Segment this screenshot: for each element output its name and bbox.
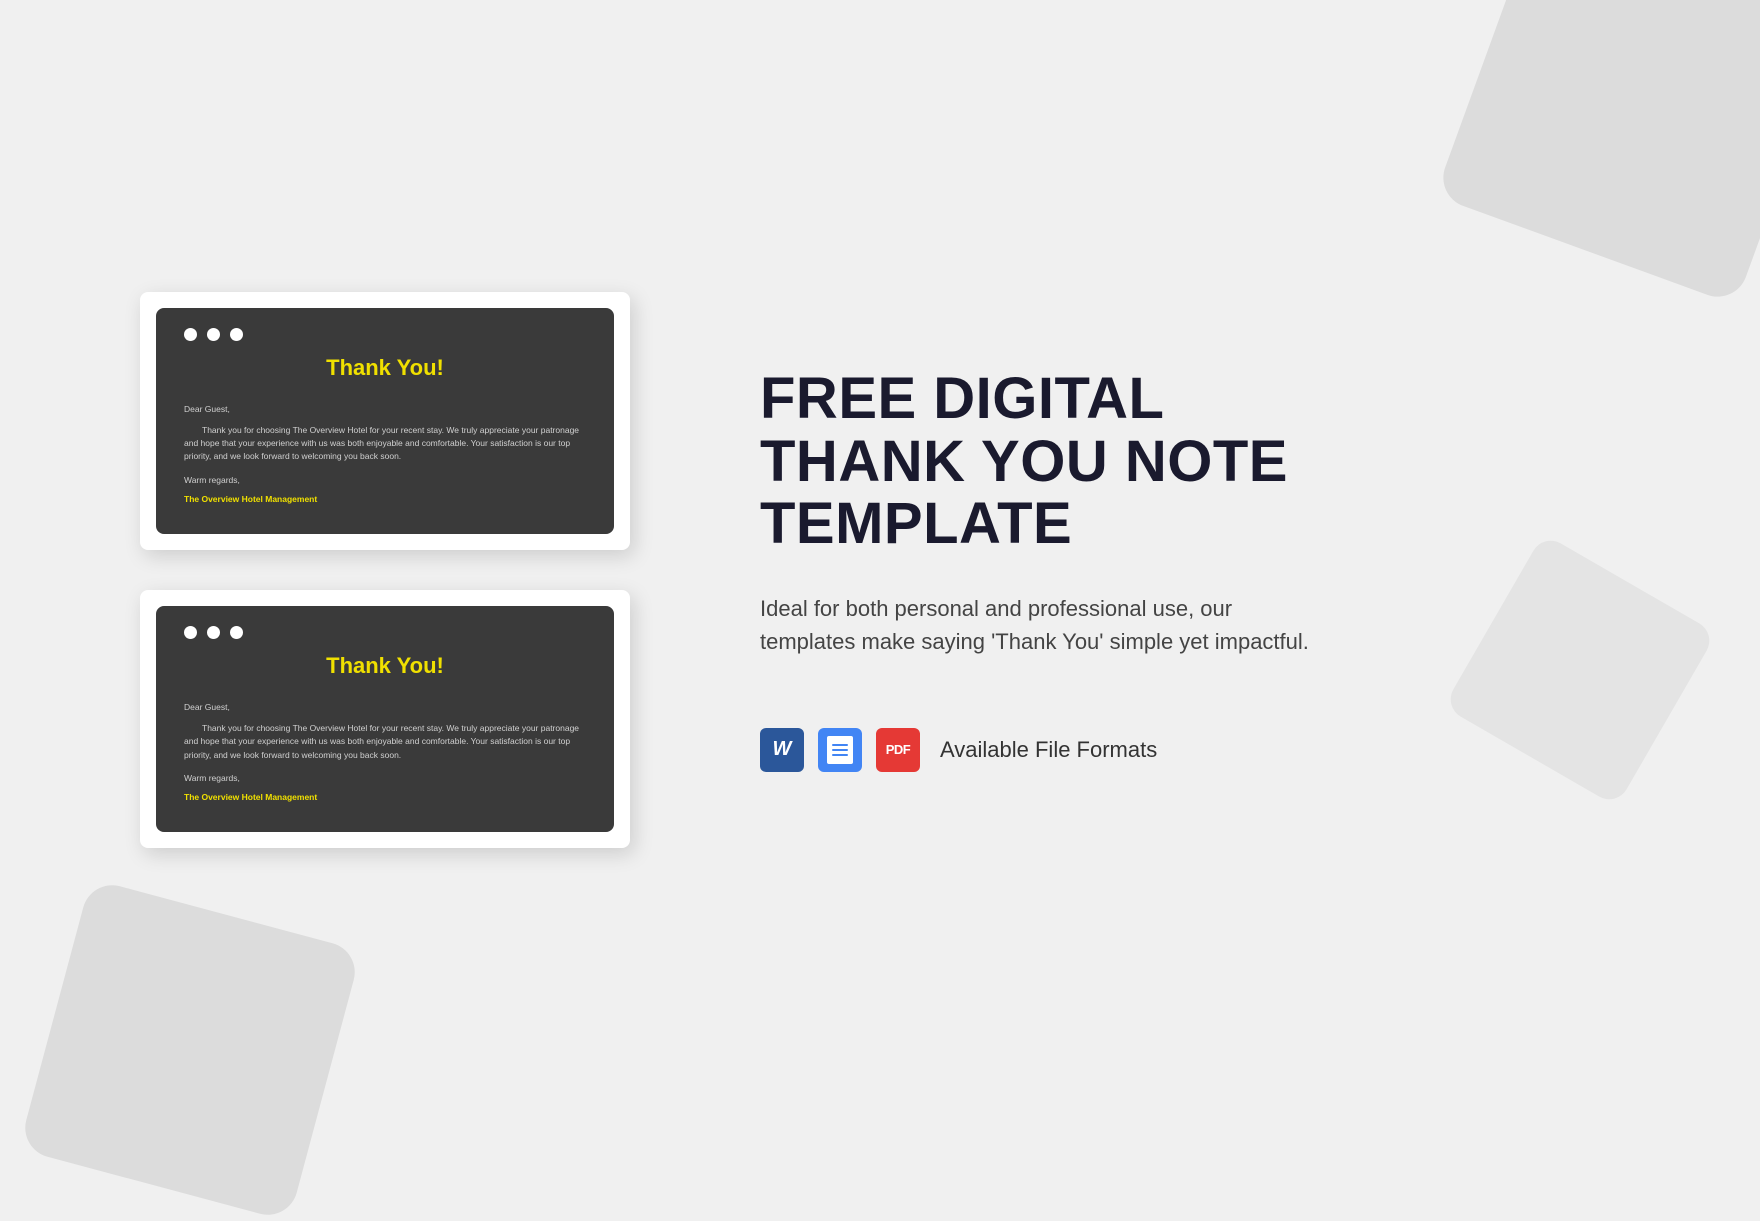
template-card-2[interactable]: Thank You! Dear Guest, Thank you for cho…	[140, 590, 630, 848]
card-greeting-1: Dear Guest,	[184, 403, 586, 416]
card-body-2: Dear Guest, Thank you for choosing The O…	[184, 701, 586, 804]
docs-format-icon[interactable]	[818, 728, 862, 772]
word-format-icon[interactable]: W	[760, 728, 804, 772]
card-signature-1: The Overview Hotel Management	[184, 493, 586, 506]
word-icon-letter: W	[773, 738, 792, 761]
card-inner-2: Thank You! Dear Guest, Thank you for cho…	[156, 606, 614, 832]
window-dot-2	[207, 328, 220, 341]
card-body-text-1: Thank you for choosing The Overview Hote…	[184, 424, 586, 464]
template-card-1[interactable]: Thank You! Dear Guest, Thank you for cho…	[140, 292, 630, 550]
docs-line-1	[832, 744, 848, 746]
main-title: FREE DIGITALTHANK YOU NOTETEMPLATE	[760, 368, 1680, 556]
window-dot-1	[184, 328, 197, 341]
card-inner-1: Thank You! Dear Guest, Thank you for cho…	[156, 308, 614, 534]
page-container: Thank You! Dear Guest, Thank you for cho…	[0, 0, 1760, 1140]
right-panel: FREE DIGITALTHANK YOU NOTETEMPLATE Ideal…	[700, 288, 1760, 852]
window-dot-3	[230, 328, 243, 341]
window-dots-1	[184, 328, 586, 341]
card-body-1: Dear Guest, Thank you for choosing The O…	[184, 403, 586, 506]
window-dot-4	[184, 626, 197, 639]
card-closing-1: Warm regards,	[184, 474, 586, 487]
pdf-icon-label: PDF	[886, 742, 911, 757]
file-formats-label: Available File Formats	[940, 737, 1157, 763]
window-dot-5	[207, 626, 220, 639]
card-signature-2: The Overview Hotel Management	[184, 791, 586, 804]
card-greeting-2: Dear Guest,	[184, 701, 586, 714]
window-dot-6	[230, 626, 243, 639]
card-title-1: Thank You!	[184, 355, 586, 381]
card-closing-2: Warm regards,	[184, 772, 586, 785]
pdf-format-icon[interactable]: PDF	[876, 728, 920, 772]
docs-icon-paper	[827, 736, 853, 764]
window-dots-2	[184, 626, 586, 639]
docs-line-3	[832, 754, 848, 756]
docs-line-2	[832, 749, 848, 751]
card-body-text-2: Thank you for choosing The Overview Hote…	[184, 722, 586, 762]
description: Ideal for both personal and professional…	[760, 592, 1320, 658]
card-title-2: Thank You!	[184, 653, 586, 679]
file-formats-row: W PDF Available File Formats	[760, 728, 1680, 772]
left-panel: Thank You! Dear Guest, Thank you for cho…	[0, 0, 700, 1140]
